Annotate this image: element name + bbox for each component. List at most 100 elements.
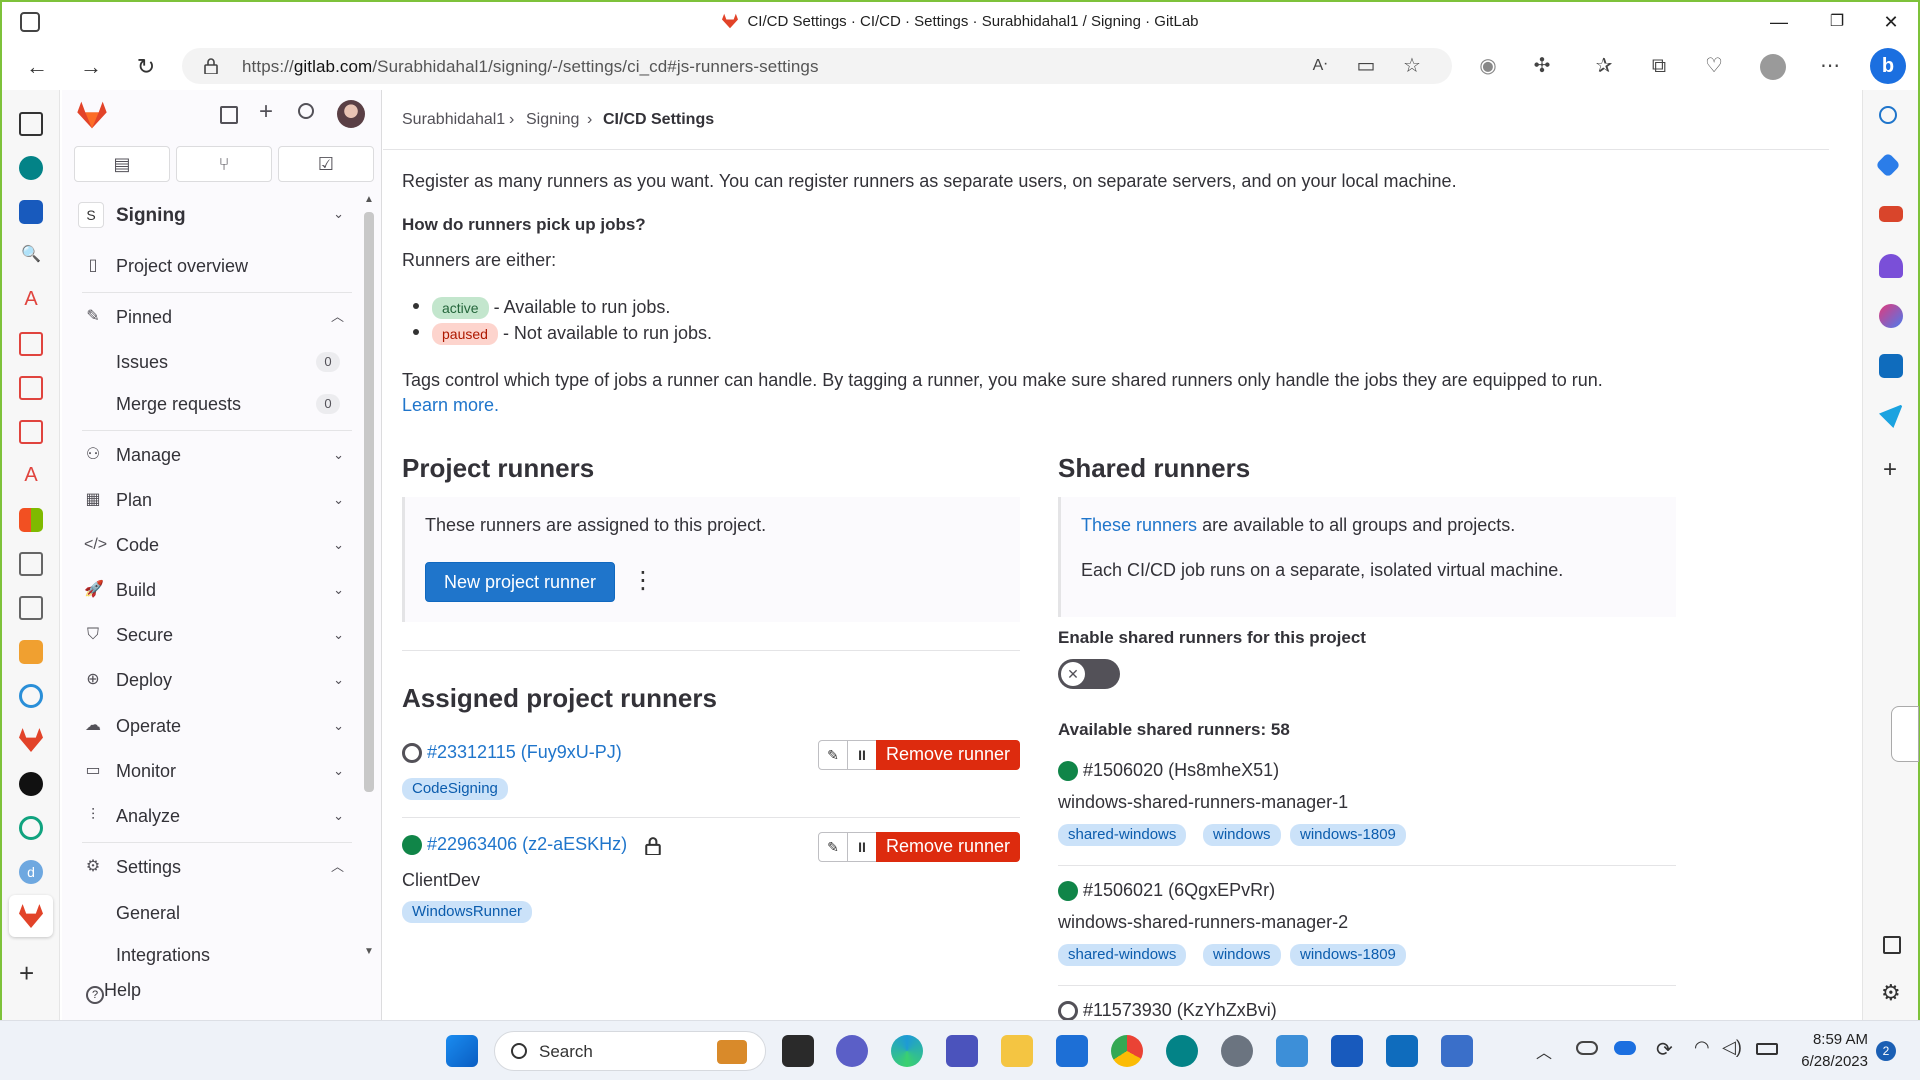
sharepoint-tab-icon[interactable] <box>19 156 43 180</box>
gitlab-logo[interactable] <box>76 100 108 130</box>
teams-icon[interactable] <box>946 1035 978 1067</box>
start-icon[interactable] <box>446 1035 478 1067</box>
favorite-star-icon[interactable]: ☆ <box>1398 52 1426 80</box>
send-icon[interactable] <box>1879 404 1903 428</box>
acrobat-tab-icon[interactable]: A <box>19 288 43 312</box>
scroll-down-icon[interactable]: ▼ <box>364 946 374 957</box>
file-explorer-icon[interactable] <box>1001 1035 1033 1067</box>
grammarly-icon[interactable]: ◉ <box>1474 52 1502 80</box>
store-icon[interactable] <box>1056 1035 1088 1067</box>
nav-settings-integrations[interactable]: Integrations <box>74 937 354 973</box>
learn-more-link[interactable]: Learn more. <box>402 395 499 416</box>
nav-settings[interactable]: ⚙ Settings ︿ <box>74 848 354 886</box>
profile-avatar[interactable] <box>1760 54 1786 80</box>
microsoft-tab-icon[interactable] <box>19 508 43 532</box>
breadcrumb-project[interactable]: Signing <box>526 111 579 129</box>
extensions-icon[interactable]: ✣ <box>1528 52 1556 80</box>
immersive-reader-icon[interactable]: ▭ <box>1352 52 1380 80</box>
sidebar-scrollbar[interactable] <box>364 212 374 792</box>
nav-secure[interactable]: ⛉ Secure ⌄ <box>74 616 354 654</box>
runner-link[interactable]: #23312115 (Fuy9xU-PJ) <box>427 742 622 763</box>
split-screen-icon[interactable] <box>1883 936 1901 954</box>
clock-time[interactable]: 8:59 AM <box>1796 1031 1868 1048</box>
edge-taskbar-icon[interactable] <box>891 1035 923 1067</box>
remote-desktop-icon[interactable] <box>1441 1035 1473 1067</box>
nav-issues[interactable]: Issues 0 <box>74 344 354 380</box>
tools-icon[interactable] <box>1879 206 1903 222</box>
edit-runner-button[interactable]: ✎ <box>818 832 848 862</box>
word-icon[interactable] <box>1331 1035 1363 1067</box>
pdf-tab-icon-3[interactable] <box>19 420 43 444</box>
refresh-button[interactable]: ↻ <box>131 52 161 82</box>
wifi-icon[interactable]: ◠ <box>1694 1037 1710 1058</box>
sync-icon[interactable]: ⟳ <box>1656 1037 1673 1062</box>
battery-icon[interactable] <box>1756 1043 1778 1055</box>
remove-runner-button[interactable]: Remove runner <box>876 832 1020 862</box>
acrobat-tab-icon-2[interactable]: A <box>19 464 43 488</box>
d-tab-icon[interactable]: d <box>19 860 43 884</box>
add-sidebar-app-icon[interactable]: + <box>1883 456 1897 484</box>
settings-icon[interactable] <box>1221 1035 1253 1067</box>
chatgpt-tab-icon[interactable] <box>19 816 43 840</box>
merge-requests-shortcut-button[interactable]: ⑂ <box>176 146 272 182</box>
collections-icon[interactable]: ⧉ <box>1645 52 1673 80</box>
notification-badge[interactable]: 2 <box>1876 1041 1896 1061</box>
orange-tab-icon[interactable] <box>19 640 43 664</box>
collapse-sidebar-icon[interactable] <box>220 106 238 124</box>
close-window-button[interactable]: ✕ <box>1868 8 1914 36</box>
issues-shortcut-button[interactable]: ▤ <box>74 146 170 182</box>
games-icon[interactable] <box>1879 254 1903 278</box>
outlook-icon[interactable] <box>1879 354 1903 378</box>
pause-runner-button[interactable]: II <box>847 832 877 862</box>
more-actions-icon[interactable]: ⋮ <box>631 563 655 599</box>
nav-monitor[interactable]: ▭ Monitor ⌄ <box>74 752 354 790</box>
nav-code[interactable]: </> Code ⌄ <box>74 526 354 564</box>
help-link[interactable]: ? Help <box>86 980 141 1004</box>
these-runners-link[interactable]: These runners <box>1081 515 1197 535</box>
project-switcher[interactable]: S Signing ⌄ <box>74 196 354 236</box>
read-aloud-icon[interactable]: Aᐧ <box>1306 52 1334 80</box>
url-field[interactable]: https://gitlab.com/Surabhidahal1/signing… <box>182 48 1452 84</box>
nav-analyze[interactable]: ⫶ Analyze ⌄ <box>74 797 354 835</box>
nav-plan[interactable]: ▦ Plan ⌄ <box>74 481 354 519</box>
remove-runner-button[interactable]: Remove runner <box>876 740 1020 770</box>
pause-runner-button[interactable]: II <box>847 740 877 770</box>
onedrive-icon[interactable] <box>1576 1041 1598 1055</box>
task-view-icon[interactable] <box>782 1035 814 1067</box>
extension-panel-icon[interactable] <box>1891 706 1919 762</box>
search-icon[interactable] <box>298 103 314 119</box>
shopping-tag-icon[interactable] <box>1875 152 1901 178</box>
azure-tab-icon[interactable] <box>19 684 43 708</box>
nav-project-overview[interactable]: ▯ Project overview <box>74 247 354 285</box>
pdf-tab-icon-1[interactable] <box>19 332 43 356</box>
volume-icon[interactable]: ◁) <box>1722 1037 1742 1058</box>
tab-actions-icon[interactable] <box>19 112 43 136</box>
scroll-up-icon[interactable]: ▲ <box>364 194 374 205</box>
restore-button[interactable]: ❐ <box>1814 8 1860 36</box>
nav-pinned[interactable]: ✎ Pinned ︿ <box>74 298 354 336</box>
clock-date[interactable]: 6/28/2023 <box>1782 1053 1868 1070</box>
minimize-button[interactable]: — <box>1756 8 1802 36</box>
gear-icon[interactable]: ⚙ <box>1881 980 1901 1006</box>
pdf-tab-icon-2[interactable] <box>19 376 43 400</box>
onedrive-business-icon[interactable] <box>1614 1041 1636 1055</box>
search-tab-icon[interactable]: 🔍 <box>19 244 43 268</box>
taskbar-search[interactable]: Search <box>494 1031 766 1071</box>
new-tab-icon[interactable]: + <box>19 958 34 989</box>
todos-shortcut-button[interactable]: ☑ <box>278 146 374 182</box>
page-tab-icon[interactable] <box>19 552 43 576</box>
nav-operate[interactable]: ☁ Operate ⌄ <box>74 707 354 745</box>
nav-manage[interactable]: ⚇ Manage ⌄ <box>74 436 354 474</box>
sharepoint-icon[interactable] <box>1166 1035 1198 1067</box>
enable-shared-toggle[interactable]: ✕ <box>1058 659 1120 689</box>
outlook-taskbar-icon[interactable] <box>1386 1035 1418 1067</box>
github-tab-icon[interactable] <box>19 772 43 796</box>
user-avatar[interactable] <box>337 100 365 128</box>
new-project-runner-button[interactable]: New project runner <box>425 562 615 602</box>
chat-icon[interactable] <box>836 1035 868 1067</box>
back-button[interactable]: ← <box>22 52 52 82</box>
browser-essentials-icon[interactable]: ♡ <box>1700 52 1728 80</box>
settings-more-icon[interactable]: ⋯ <box>1816 52 1844 80</box>
nav-settings-general[interactable]: General <box>74 895 354 931</box>
gitlab-tab-icon-1[interactable] <box>19 728 43 752</box>
